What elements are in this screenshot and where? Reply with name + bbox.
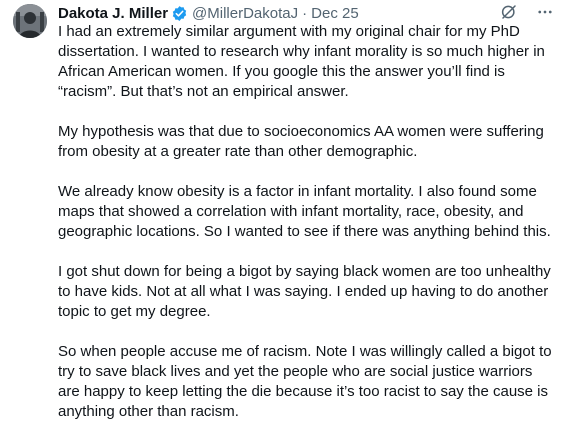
tweet-paragraph: I had an extremely similar argument with… (58, 23, 545, 100)
more-options-icon[interactable] (536, 3, 554, 21)
tweet-date[interactable]: Dec 25 (311, 5, 359, 22)
author-name[interactable]: Dakota J. Miller (58, 5, 168, 22)
grok-icon[interactable] (500, 3, 518, 21)
author-handle[interactable]: @MillerDakotaJ (192, 5, 298, 22)
separator: · (302, 4, 308, 22)
verified-badge-icon (171, 5, 188, 22)
tweet: Dakota J. Miller @MillerDakotaJ · Dec 25 (0, 0, 568, 420)
tweet-paragraph: I got shut down for being a bigot by say… (58, 263, 551, 320)
tweet-text: I had an extremely similar argument with… (58, 22, 558, 442)
header-actions (500, 3, 554, 21)
tweet-paragraph: We already know obesity is a factor in i… (58, 183, 551, 240)
tweet-paragraph: My hypothesis was that due to socioecono… (58, 123, 544, 160)
tweet-paragraph: So when people accuse me of racism. Note… (58, 343, 552, 420)
avatar[interactable] (13, 4, 47, 38)
tweet-header: Dakota J. Miller @MillerDakotaJ · Dec 25 (58, 3, 558, 23)
